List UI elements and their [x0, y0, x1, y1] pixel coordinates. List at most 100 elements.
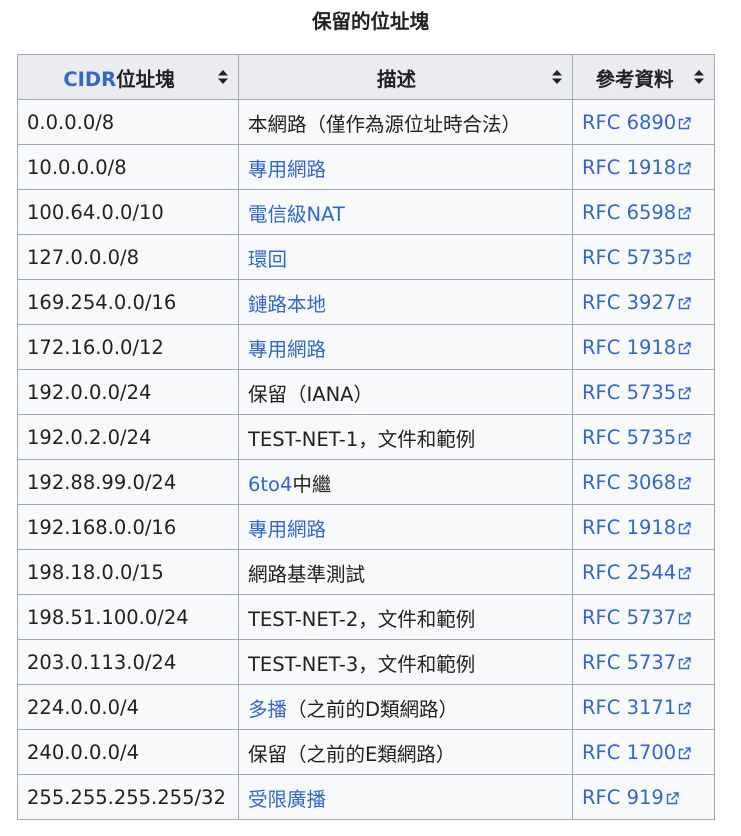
- external-link-icon[interactable]: [678, 161, 691, 175]
- header-reference[interactable]: 參考資料: [572, 54, 715, 100]
- description-link[interactable]: 專用網路: [248, 518, 326, 541]
- cidr-cell: 192.0.0.0/24: [17, 369, 239, 415]
- description-text: 網路基準測試: [248, 562, 366, 586]
- cidr-cell: 224.0.0.0/4: [17, 684, 239, 730]
- rfc-link[interactable]: RFC 1918: [582, 516, 676, 539]
- cidr-cell: 198.51.100.0/24: [17, 594, 239, 640]
- external-link-icon[interactable]: [678, 386, 691, 400]
- table-row: 10.0.0.0/8 專用網路 RFC 1918: [17, 144, 715, 190]
- table-row: 192.168.0.0/16 專用網路 RFC 1918: [17, 504, 715, 550]
- reference-cell: RFC 1700: [572, 729, 715, 775]
- table-row: 198.51.100.0/24 TEST-NET-2，文件和範例 RFC 5737: [17, 594, 715, 640]
- rfc-link[interactable]: RFC 5737: [582, 606, 676, 629]
- description-link[interactable]: 專用網路: [248, 158, 326, 181]
- description-link[interactable]: 專用網路: [248, 338, 326, 361]
- external-link-icon[interactable]: [678, 476, 691, 490]
- rfc-link[interactable]: RFC 5737: [582, 651, 676, 674]
- description-link[interactable]: 環回: [248, 248, 287, 271]
- table-row: 240.0.0.0/4 保留（之前的E類網路） RFC 1700: [17, 729, 715, 775]
- cidr-cell: 100.64.0.0/10: [17, 189, 239, 235]
- rfc-link[interactable]: RFC 2544: [582, 561, 676, 584]
- reference-cell: RFC 2544: [572, 549, 715, 595]
- rfc-link[interactable]: RFC 919: [582, 786, 664, 809]
- reference-cell: RFC 919: [572, 774, 715, 820]
- cidr-cell: 203.0.113.0/24: [17, 639, 239, 685]
- description-cell: 專用網路: [238, 144, 573, 190]
- description-cell: 專用網路: [238, 504, 573, 550]
- rfc-link[interactable]: RFC 6890: [582, 111, 676, 134]
- external-link-icon[interactable]: [678, 251, 691, 265]
- cidr-cell: 169.254.0.0/16: [17, 279, 239, 325]
- description-link[interactable]: 受限廣播: [248, 788, 326, 811]
- table-row: 198.18.0.0/15 網路基準測試 RFC 2544: [17, 549, 715, 595]
- reference-cell: RFC 5735: [572, 369, 715, 415]
- description-link[interactable]: 電信級NAT: [248, 203, 345, 226]
- cidr-cell: 0.0.0.0/8: [17, 99, 239, 145]
- cidr-cell: 192.0.2.0/24: [17, 414, 239, 460]
- table-row: 127.0.0.0/8 環回 RFC 5735: [17, 234, 715, 280]
- header-row: CIDR位址塊 描述 參考資料: [17, 54, 715, 100]
- reference-cell: RFC 3927: [572, 279, 715, 325]
- reference-cell: RFC 5737: [572, 639, 715, 685]
- reference-cell: RFC 5735: [572, 414, 715, 460]
- header-description[interactable]: 描述: [238, 54, 573, 100]
- reference-cell: RFC 1918: [572, 324, 715, 370]
- sort-icon[interactable]: [217, 69, 229, 85]
- header-cidr[interactable]: CIDR位址塊: [17, 54, 239, 100]
- external-link-icon[interactable]: [678, 746, 691, 760]
- description-link[interactable]: 6to4: [248, 473, 292, 496]
- reference-cell: RFC 5737: [572, 594, 715, 640]
- table-row: 224.0.0.0/4 多播（之前的D類網路） RFC 3171: [17, 684, 715, 730]
- description-text: TEST-NET-2，文件和範例: [248, 607, 476, 631]
- table-row: 0.0.0.0/8 本網路（僅作為源位址時合法） RFC 6890: [17, 99, 715, 145]
- description-cell: 電信級NAT: [238, 189, 573, 235]
- table-row: 192.88.99.0/24 6to4中繼 RFC 3068: [17, 459, 715, 505]
- sort-icon[interactable]: [693, 69, 705, 85]
- reference-cell: RFC 3171: [572, 684, 715, 730]
- description-link[interactable]: 多播: [248, 698, 287, 721]
- external-link-icon[interactable]: [678, 701, 691, 715]
- external-link-icon[interactable]: [678, 341, 691, 355]
- description-cell: 鏈路本地: [238, 279, 573, 325]
- description-cell: TEST-NET-2，文件和範例: [238, 594, 573, 640]
- description-header-label: 描述: [376, 67, 416, 91]
- description-cell: 6to4中繼: [238, 459, 573, 505]
- cidr-cell: 198.18.0.0/15: [17, 549, 239, 595]
- external-link-icon[interactable]: [678, 521, 691, 535]
- external-link-icon[interactable]: [678, 296, 691, 310]
- table-row: 255.255.255.255/32 受限廣播 RFC 919: [17, 774, 715, 820]
- description-link[interactable]: 鏈路本地: [248, 293, 326, 316]
- description-cell: 本網路（僅作為源位址時合法）: [238, 99, 573, 145]
- reserved-address-table: CIDR位址塊 描述 參考資料 0.0.0.0/8 本網路（僅作為源位址時合法）…: [17, 54, 715, 820]
- external-link-icon[interactable]: [678, 431, 691, 445]
- description-cell: 受限廣播: [238, 774, 573, 820]
- cidr-cell: 10.0.0.0/8: [17, 144, 239, 190]
- external-link-icon[interactable]: [678, 656, 691, 670]
- reference-cell: RFC 5735: [572, 234, 715, 280]
- table-row: 100.64.0.0/10 電信級NAT RFC 6598: [17, 189, 715, 235]
- table-row: 169.254.0.0/16 鏈路本地 RFC 3927: [17, 279, 715, 325]
- cidr-cell: 192.168.0.0/16: [17, 504, 239, 550]
- description-text: TEST-NET-3，文件和範例: [248, 652, 476, 676]
- rfc-link[interactable]: RFC 3927: [582, 291, 676, 314]
- rfc-link[interactable]: RFC 5735: [582, 426, 676, 449]
- external-link-icon[interactable]: [678, 206, 691, 220]
- rfc-link[interactable]: RFC 3068: [582, 471, 676, 494]
- rfc-link[interactable]: RFC 1918: [582, 156, 676, 179]
- rfc-link[interactable]: RFC 3171: [582, 696, 676, 719]
- cidr-header-link[interactable]: CIDR: [63, 68, 116, 91]
- external-link-icon[interactable]: [678, 611, 691, 625]
- rfc-link[interactable]: RFC 5735: [582, 246, 676, 269]
- external-link-icon[interactable]: [666, 791, 679, 805]
- rfc-link[interactable]: RFC 6598: [582, 201, 676, 224]
- external-link-icon[interactable]: [678, 566, 691, 580]
- description-cell: 多播（之前的D類網路）: [238, 684, 573, 730]
- sort-icon[interactable]: [551, 69, 563, 85]
- rfc-link[interactable]: RFC 1700: [582, 741, 676, 764]
- rfc-link[interactable]: RFC 5735: [582, 381, 676, 404]
- reference-cell: RFC 1918: [572, 144, 715, 190]
- reference-cell: RFC 1918: [572, 504, 715, 550]
- description-text: 中繼: [292, 472, 332, 496]
- rfc-link[interactable]: RFC 1918: [582, 336, 676, 359]
- external-link-icon[interactable]: [678, 116, 691, 130]
